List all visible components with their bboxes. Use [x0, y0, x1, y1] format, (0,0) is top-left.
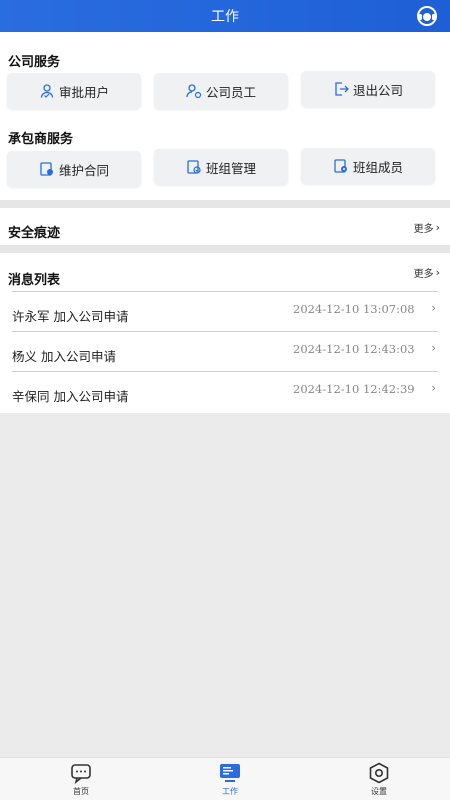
employee-icon	[186, 84, 202, 99]
chevron-right-icon: ›	[431, 381, 436, 395]
message-title: 许永军 加入公司申请	[12, 309, 129, 324]
messages-more-label: 更多	[413, 269, 434, 280]
exit-company-button[interactable]: 退出公司	[301, 71, 435, 107]
approve-users-label: 审批用户	[58, 84, 109, 100]
tab-settings[interactable]: 设置	[349, 762, 409, 800]
tab-work-label: 工作	[222, 787, 238, 796]
maintain-contract-button[interactable]: 维护合同	[7, 151, 141, 187]
team-manage-icon	[187, 160, 201, 174]
chevron-right-icon: ›	[431, 341, 436, 355]
chevron-right-icon: ›	[435, 221, 440, 234]
header-bar: 工作	[0, 0, 450, 32]
safety-trace-panel[interactable]: 安全痕迹 更多 ›	[0, 208, 450, 245]
message-list-title: 消息列表	[8, 273, 61, 288]
team-member-icon	[334, 159, 347, 173]
safety-trace-title: 安全痕迹	[8, 226, 61, 241]
company-services-title: 公司服务	[8, 55, 61, 70]
list-item[interactable]: 杨义 加入公司申请 2024-12-10 12:43:03 ›	[12, 331, 438, 371]
contract-icon	[40, 162, 53, 176]
messages-more-link[interactable]: 更多 ›	[414, 265, 440, 280]
chevron-right-icon: ›	[431, 301, 436, 315]
team-management-label: 班组管理	[205, 160, 256, 176]
message-title: 辛保同 加入公司申请	[12, 389, 129, 404]
message-title: 杨义 加入公司申请	[12, 349, 116, 364]
section-divider	[0, 200, 450, 208]
contractor-services-title: 承包商服务	[8, 132, 74, 147]
message-time: 2024-12-10 12:43:03	[293, 342, 415, 356]
services-panel: 公司服务 审批用户 公司员工 退出公司 承包商服务 维护合同 班组管理 班组成员	[0, 32, 450, 200]
approve-users-button[interactable]: 审批用户	[7, 73, 141, 109]
section-divider	[0, 245, 450, 253]
message-time: 2024-12-10 13:07:08	[293, 302, 415, 316]
team-members-label: 班组成员	[352, 159, 403, 175]
tab-home-label: 首页	[73, 787, 89, 796]
tab-work[interactable]: 工作	[200, 762, 260, 800]
settings-hex-icon	[369, 762, 389, 784]
tab-settings-label: 设置	[371, 787, 387, 796]
tab-home[interactable]: 首页	[51, 762, 111, 800]
team-members-button[interactable]: 班组成员	[301, 148, 435, 184]
message-list-panel: 消息列表 更多 › 许永军 加入公司申请 2024-12-10 13:07:08…	[0, 253, 450, 413]
exit-company-label: 退出公司	[352, 82, 403, 98]
chat-icon	[71, 764, 91, 784]
exit-icon	[335, 82, 349, 96]
list-item[interactable]: 许永军 加入公司申请 2024-12-10 13:07:08 ›	[12, 291, 438, 331]
company-employees-button[interactable]: 公司员工	[154, 73, 288, 109]
monitor-icon	[220, 764, 240, 782]
company-employees-label: 公司员工	[205, 84, 256, 100]
safety-more-link[interactable]: 更多 ›	[414, 220, 440, 235]
safety-more-label: 更多	[413, 224, 434, 235]
bottom-tab-bar: 首页 工作 设置	[0, 757, 450, 800]
message-time: 2024-12-10 12:42:39	[293, 382, 415, 396]
chevron-right-icon: ›	[435, 266, 440, 279]
approve-user-icon	[40, 84, 54, 98]
list-item[interactable]: 辛保同 加入公司申请 2024-12-10 12:42:39 ›	[12, 371, 438, 411]
headset-icon[interactable]	[416, 5, 438, 27]
maintain-contract-label: 维护合同	[58, 162, 109, 178]
page-title: 工作	[211, 9, 239, 25]
team-management-button[interactable]: 班组管理	[154, 149, 288, 185]
